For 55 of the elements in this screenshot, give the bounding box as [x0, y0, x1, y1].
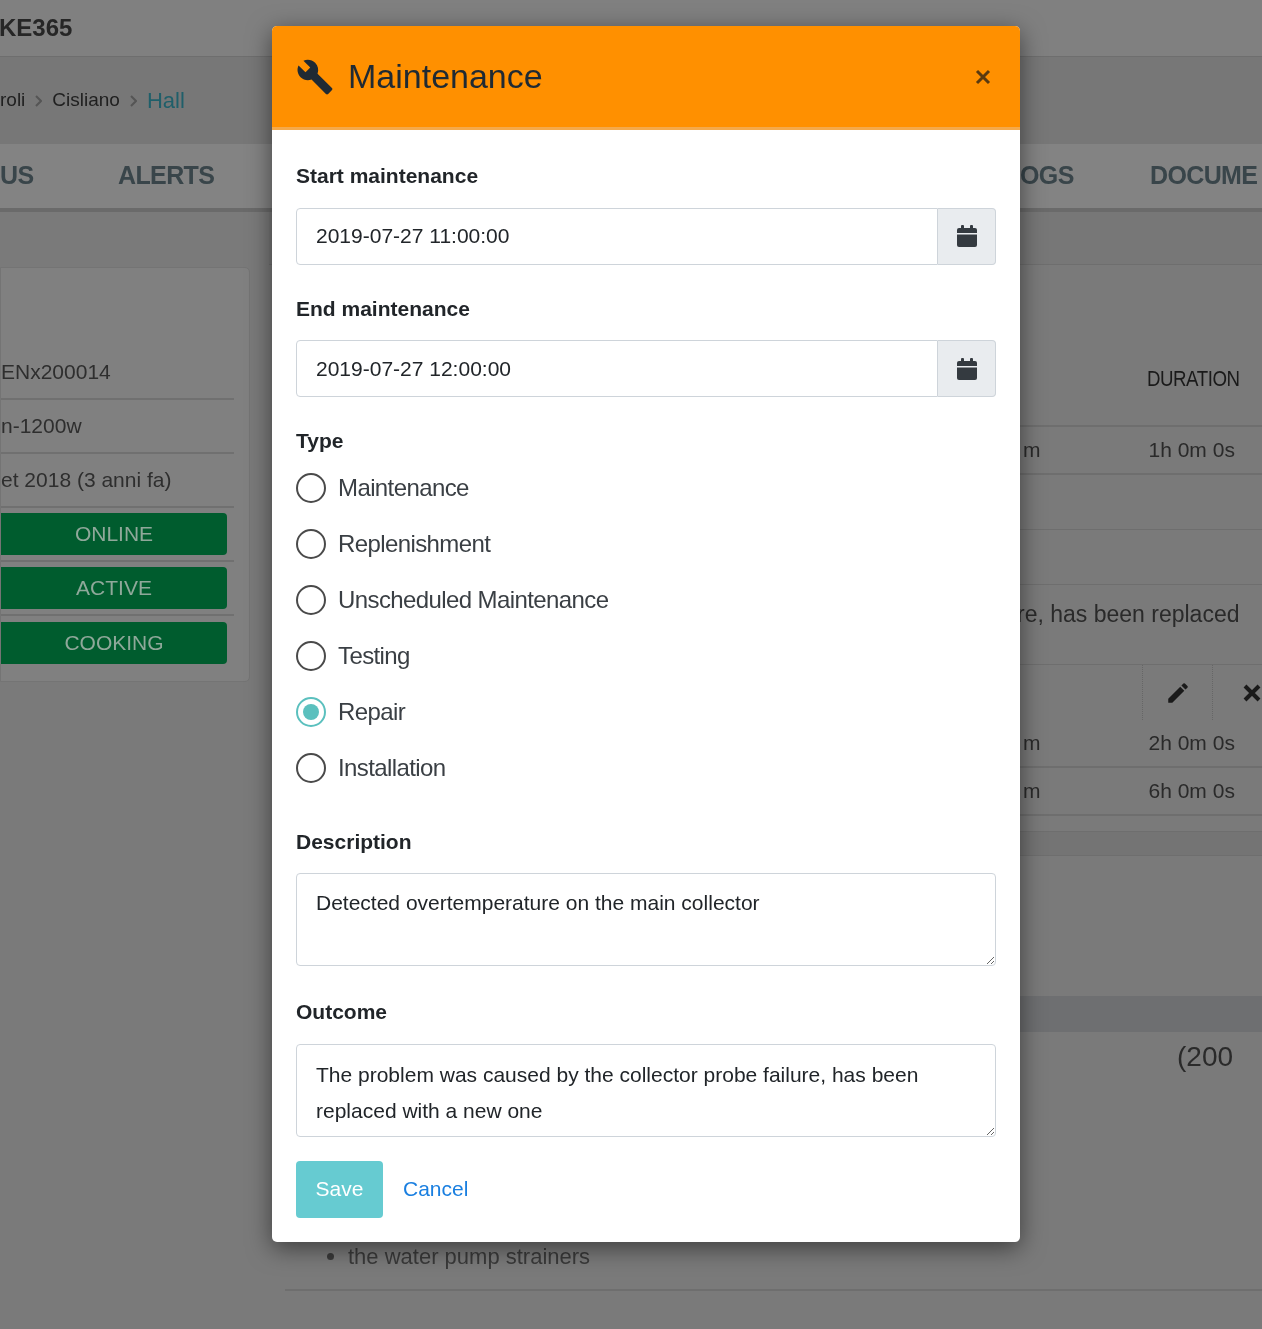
field-label: Outcome — [296, 999, 388, 1025]
wrench-icon — [296, 57, 334, 96]
nav-tab[interactable]: DOCUME — [1150, 157, 1258, 195]
radio-label: Installation — [338, 753, 446, 783]
hours-label: (200 — [1177, 1041, 1234, 1072]
date-field[interactable]: 2019-07-27 12:00:00 — [296, 340, 938, 397]
breadcrumb-link[interactable]: Cisliano — [52, 86, 120, 115]
status-badge: ONLINE — [1, 513, 227, 555]
status-badge: ACTIVE — [1, 567, 227, 609]
radio-label: Repair — [338, 697, 406, 727]
bullet-icon — [327, 1253, 334, 1260]
checklist-item: the water pump strainers — [348, 1243, 591, 1271]
calendar-icon — [956, 225, 977, 247]
radio-button[interactable] — [296, 529, 326, 559]
field-label: End maintenance — [296, 295, 471, 322]
radio-button[interactable] — [296, 585, 326, 615]
breadcrumb-link[interactable]: roli — [0, 86, 26, 115]
device-detail: ENx200014 — [1, 359, 111, 386]
radio-label: Unscheduled Maintenance — [338, 585, 609, 615]
table-cell-text: m — [1023, 437, 1041, 464]
close-icon — [975, 68, 991, 85]
close-icon[interactable] — [1242, 682, 1262, 703]
field-label: Start maintenance — [296, 163, 480, 189]
outcome-field[interactable]: The problem was caused by the collector probe failure, has been replaced with a new one — [296, 1043, 996, 1137]
table-cell-text: 2h 0m 0s — [1148, 730, 1235, 757]
chevron-icon — [35, 94, 43, 107]
radio-button[interactable] — [296, 641, 326, 671]
device-detail: n-1200w — [1, 413, 82, 440]
date-field[interactable]: 2019-07-27 11:00:00 — [296, 207, 938, 265]
dialog-title: Maintenance — [348, 56, 544, 97]
nav-tab[interactable]: OGS — [1020, 157, 1150, 195]
status-badge: COOKING — [1, 622, 227, 664]
table-cell-text: m — [1023, 730, 1041, 757]
table-cell-text: m — [1023, 778, 1041, 805]
radio-button[interactable] — [296, 473, 326, 503]
radio-button[interactable] — [296, 697, 326, 727]
cancel-link[interactable]: Cancel — [403, 1173, 469, 1205]
chevron-icon — [129, 94, 137, 107]
calendar-button[interactable] — [938, 340, 996, 397]
column-header: DURATION — [1147, 365, 1240, 393]
field-label: Description — [296, 828, 413, 855]
radio-label: Replenishment — [338, 529, 491, 559]
brand-name: KE365 — [0, 13, 73, 43]
calendar-button[interactable] — [938, 207, 996, 265]
device-detail: et 2018 (3 anni fa) — [1, 467, 172, 494]
radio-label: Maintenance — [338, 473, 469, 503]
save-button[interactable]: Save — [296, 1160, 383, 1218]
radio-label: Testing — [338, 641, 410, 671]
radio-button[interactable] — [296, 753, 326, 783]
nav-tab[interactable]: US — [0, 157, 118, 195]
table-cell-text: 6h 0m 0s — [1148, 778, 1235, 805]
table-cell-text: 1h 0m 0s — [1148, 437, 1235, 464]
field-label: Type — [296, 428, 345, 454]
description-field[interactable]: Detected overtemperature on the main collector — [296, 873, 996, 966]
calendar-icon — [956, 357, 977, 380]
